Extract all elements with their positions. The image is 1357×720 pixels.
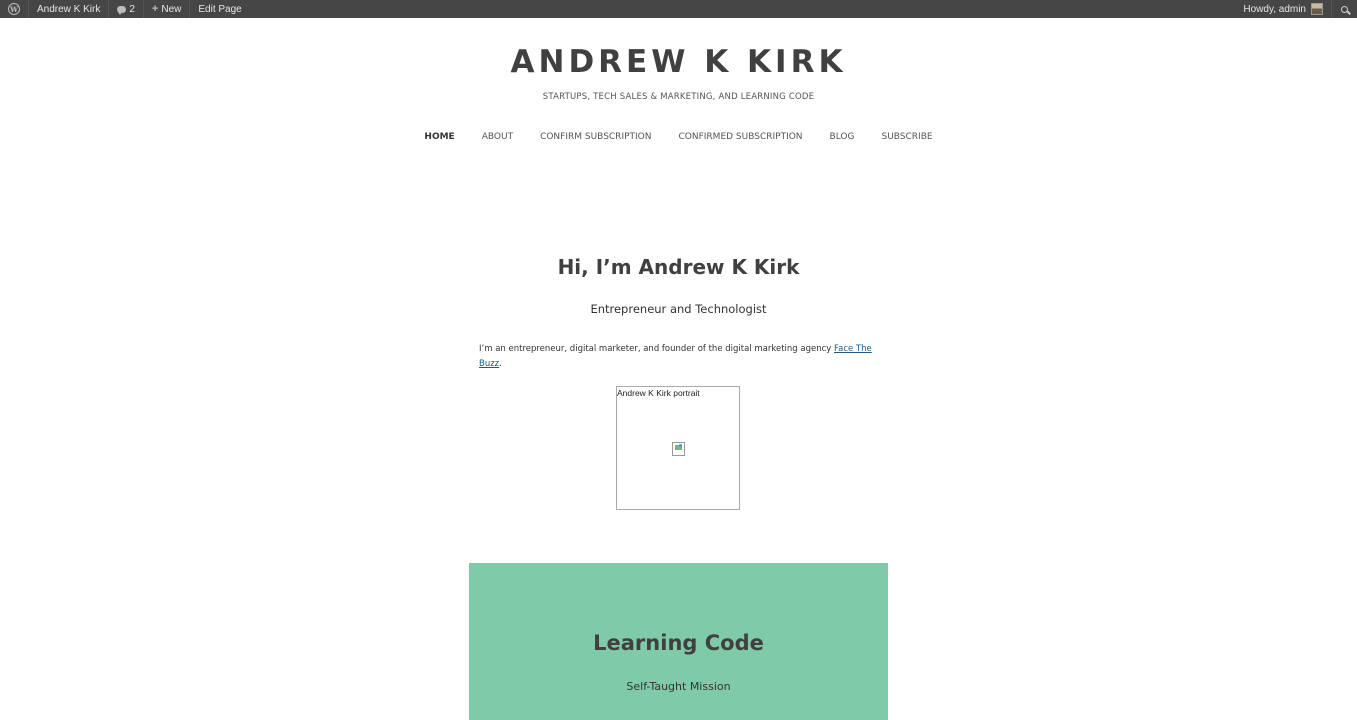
learning-code-title: Learning Code (593, 631, 764, 655)
intro-text-after: . (499, 359, 502, 369)
site-name-link[interactable]: Andrew K Kirk (28, 0, 108, 18)
intro-paragraph: I’m an entrepreneur, digital marketer, a… (479, 342, 879, 372)
site-title[interactable]: ANDREW K KIRK (0, 44, 1357, 80)
howdy-text: Howdy, admin (1243, 3, 1306, 15)
comments-link[interactable]: 2 (108, 0, 143, 18)
nav-item-confirm-subscription[interactable]: CONFIRM SUBSCRIPTION (540, 132, 651, 142)
my-account-menu[interactable]: Howdy, admin (1235, 0, 1331, 18)
portrait-alt-text: Andrew K Kirk portrait (617, 388, 700, 398)
learning-code-section: Learning Code Self-Taught Mission (469, 563, 888, 720)
broken-image-icon (672, 442, 685, 456)
intro-subheading: Entrepreneur and Technologist (590, 302, 767, 316)
portrait-image: Andrew K Kirk portrait (616, 386, 740, 510)
intro-text-before: I’m an entrepreneur, digital marketer, a… (479, 344, 835, 354)
admin-bar-left: W Andrew K Kirk 2 + New Edit Page (0, 0, 250, 18)
admin-bar: W Andrew K Kirk 2 + New Edit Page Howdy,… (0, 0, 1357, 18)
plus-icon: + (151, 3, 159, 15)
wordpress-logo-icon: W (8, 3, 20, 15)
nav-item-subscribe[interactable]: SUBSCRIBE (881, 132, 932, 142)
comment-bubble-icon (117, 5, 127, 15)
search-icon (1341, 5, 1348, 13)
comments-count: 2 (129, 3, 135, 15)
learning-code-subtitle: Self-Taught Mission (626, 680, 731, 693)
avatar (1311, 3, 1323, 15)
wordpress-menu[interactable]: W (0, 0, 28, 18)
new-label: New (161, 3, 182, 15)
new-content-menu[interactable]: + New (142, 0, 189, 18)
primary-nav: HOME ABOUT CONFIRM SUBSCRIPTION CONFIRME… (0, 132, 1357, 142)
site-tagline: STARTUPS, TECH SALES & MARKETING, AND LE… (542, 92, 815, 102)
edit-page-link[interactable]: Edit Page (189, 0, 249, 18)
nav-item-blog[interactable]: BLOG (830, 132, 855, 142)
admin-search-button[interactable] (1331, 0, 1357, 18)
nav-item-confirmed-subscription[interactable]: CONFIRMED SUBSCRIPTION (679, 132, 803, 142)
admin-bar-right: Howdy, admin (1235, 0, 1357, 18)
intro-heading: Hi, I’m Andrew K Kirk (557, 255, 800, 279)
nav-item-home[interactable]: HOME (424, 132, 454, 142)
nav-item-about[interactable]: ABOUT (482, 132, 513, 142)
